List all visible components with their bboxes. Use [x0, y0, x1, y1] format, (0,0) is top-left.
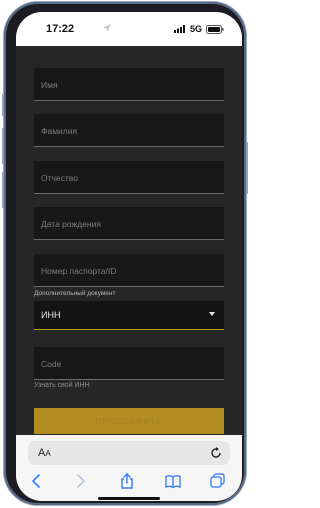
network-type: 5G	[189, 24, 202, 34]
status-time: 17:22	[46, 23, 75, 35]
code-placeholder: Code	[41, 359, 62, 369]
registration-form: Имя Фамилия Отчество Дата рождения Номер…	[16, 46, 242, 435]
additional-doc-label: Дополнительный документ	[34, 290, 116, 297]
first-name-placeholder: Имя	[41, 80, 58, 90]
aa-small: A	[45, 449, 51, 458]
address-bar[interactable]: AA	[28, 441, 230, 465]
last-name-placeholder: Фамилия	[41, 126, 78, 136]
side-button	[246, 142, 248, 194]
birthdate-placeholder: Дата рождения	[41, 219, 101, 229]
find-inn-link[interactable]: Узнать свой ИНН	[34, 382, 90, 389]
patronymic-placeholder: Отчество	[41, 173, 78, 183]
battery-icon	[206, 24, 224, 34]
back-icon[interactable]	[28, 472, 46, 490]
patronymic-field[interactable]: Отчество	[34, 161, 224, 194]
location-arrow-icon	[103, 24, 111, 32]
side-button	[2, 94, 4, 116]
reload-icon[interactable]	[208, 445, 224, 461]
side-button	[2, 172, 4, 208]
home-indicator[interactable]	[98, 497, 160, 500]
screen: 17:22 5G Имя Фамилия Отчество Дата рожде…	[16, 12, 242, 501]
status-bar: 17:22 5G	[16, 12, 242, 46]
dropdown-caret-icon	[209, 312, 215, 316]
additional-doc-value: ИНН	[41, 310, 61, 320]
forward-icon[interactable]	[71, 472, 89, 490]
passport-field[interactable]: Номер паспорта/ID	[34, 254, 224, 287]
first-name-field[interactable]: Имя	[34, 68, 224, 101]
side-button	[2, 128, 4, 164]
signal-bars-icon	[173, 25, 185, 33]
continue-button[interactable]: ПРОДОЛЖИТЬ	[34, 408, 224, 434]
browser-toolbar	[16, 470, 242, 494]
code-field[interactable]: Code	[34, 347, 224, 380]
additional-doc-select[interactable]: ИНН	[34, 301, 224, 330]
share-icon[interactable]	[118, 472, 136, 490]
safari-bottom-bar: AA	[16, 435, 242, 501]
tabs-icon[interactable]	[209, 472, 227, 490]
bookmarks-icon[interactable]	[164, 472, 182, 490]
text-size-button[interactable]: AA	[38, 447, 51, 459]
last-name-field[interactable]: Фамилия	[34, 114, 224, 147]
phone-frame: 17:22 5G Имя Фамилия Отчество Дата рожде…	[2, 2, 248, 505]
passport-placeholder: Номер паспорта/ID	[41, 266, 117, 276]
status-indicators: 5G	[173, 24, 224, 34]
birthdate-field[interactable]: Дата рождения	[34, 207, 224, 240]
